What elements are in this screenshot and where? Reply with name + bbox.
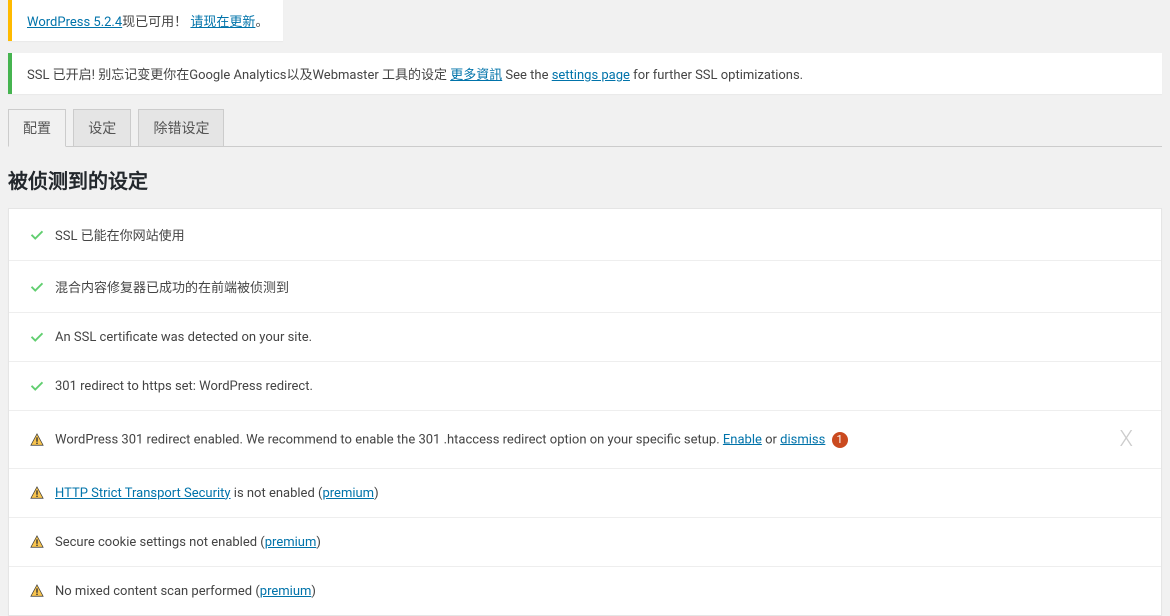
enable-link[interactable]: Enable [723, 432, 762, 447]
item-text: 301 redirect to https set: WordPress red… [55, 379, 1141, 394]
settings-page-link[interactable]: settings page [552, 68, 630, 83]
dismiss-link[interactable]: dismiss [780, 432, 825, 447]
warning-icon [29, 432, 45, 448]
check-icon [29, 227, 45, 243]
ssl-notice-prefix: SSL 已开启! 别忘记变更你在Google Analytics以及Webmas… [27, 68, 450, 83]
item-row: Secure cookie settings not enabled (prem… [9, 518, 1161, 567]
close-icon[interactable]: X [1112, 427, 1141, 452]
nav-tabs: 配置 设定 除错设定 [8, 109, 1162, 147]
warning-icon [29, 583, 45, 599]
more-info-link[interactable]: 更多資訊 [450, 68, 502, 83]
item-text: An SSL certificate was detected on your … [55, 330, 1141, 345]
item-row: An SSL certificate was detected on your … [9, 313, 1161, 362]
premium-link[interactable]: premium [265, 535, 317, 550]
wp-update-notice: WordPress 5.2.4现已可用！ 请现在更新。 [8, 0, 283, 41]
update-now-link[interactable]: 请现在更新 [190, 15, 255, 30]
item-text: Secure cookie settings not enabled (prem… [55, 535, 1141, 550]
check-icon [29, 329, 45, 345]
check-icon [29, 279, 45, 295]
item-row: 301 redirect to https set: WordPress red… [9, 362, 1161, 411]
item-text: No mixed content scan performed (premium… [55, 584, 1141, 599]
check-icon [29, 378, 45, 394]
item-row: 混合内容修复器已成功的在前端被侦测到 [9, 261, 1161, 313]
ssl-enabled-notice: SSL 已开启! 别忘记变更你在Google Analytics以及Webmas… [8, 53, 1162, 94]
update-available-text: 现已可用！ [122, 15, 187, 30]
item-text: WordPress 301 redirect enabled. We recom… [55, 432, 1112, 448]
item-text: SSL 已能在你网站使用 [55, 225, 1141, 244]
section-title: 被侦测到的设定 [8, 165, 1162, 194]
item-text: 混合内容修复器已成功的在前端被侦测到 [55, 277, 1141, 296]
warning-icon [29, 534, 45, 550]
tab-settings[interactable]: 设定 [73, 109, 131, 147]
premium-link[interactable]: premium [260, 584, 312, 599]
item-row: WordPress 301 redirect enabled. We recom… [9, 411, 1161, 469]
wp-version-link[interactable]: WordPress 5.2.4 [27, 15, 122, 30]
detected-items-list: SSL 已能在你网站使用 混合内容修复器已成功的在前端被侦测到 An SSL c… [8, 208, 1162, 616]
hsts-link[interactable]: HTTP Strict Transport Security [55, 486, 231, 501]
item-row: No mixed content scan performed (premium… [9, 567, 1161, 615]
count-badge: 1 [832, 432, 848, 448]
item-text: HTTP Strict Transport Security is not en… [55, 486, 1141, 501]
warning-icon [29, 485, 45, 501]
tab-config[interactable]: 配置 [8, 109, 66, 147]
item-row: HTTP Strict Transport Security is not en… [9, 469, 1161, 518]
item-row: SSL 已能在你网站使用 [9, 209, 1161, 261]
premium-link[interactable]: premium [322, 486, 374, 501]
tab-debug[interactable]: 除错设定 [138, 109, 224, 147]
